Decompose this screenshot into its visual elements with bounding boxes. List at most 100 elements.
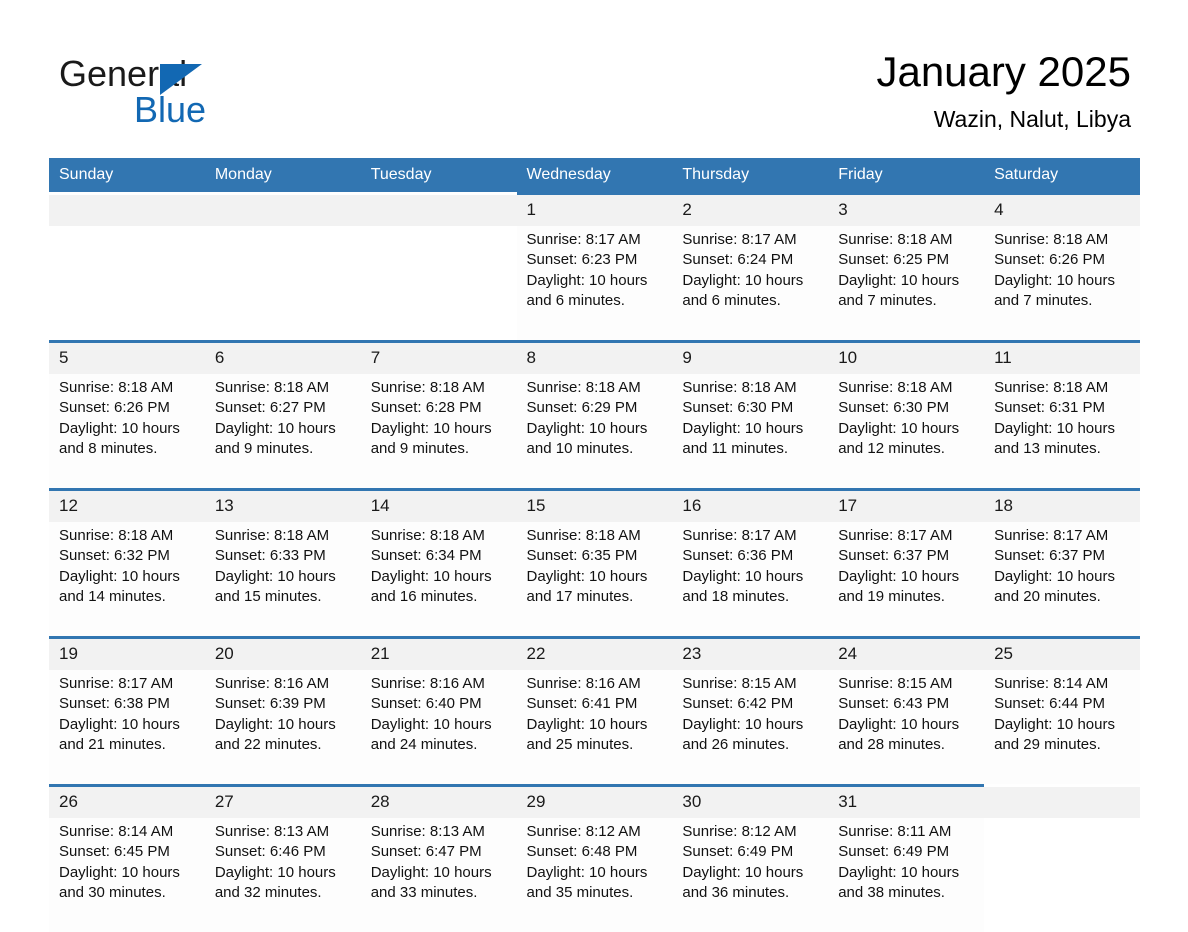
- day-detail-cell[interactable]: Sunrise: 8:14 AMSunset: 6:44 PMDaylight:…: [984, 670, 1140, 786]
- day-cell-empty: [361, 194, 517, 227]
- day-detail-cell[interactable]: Sunrise: 8:17 AMSunset: 6:23 PMDaylight:…: [517, 226, 673, 342]
- calendar-body: 1234Sunrise: 8:17 AMSunset: 6:23 PMDayli…: [49, 194, 1140, 932]
- day-number[interactable]: 9: [672, 342, 828, 375]
- week-detail-row: Sunrise: 8:18 AMSunset: 6:26 PMDaylight:…: [49, 374, 1140, 490]
- day-detail-cell[interactable]: Sunrise: 8:16 AMSunset: 6:39 PMDaylight:…: [205, 670, 361, 786]
- day-detail-cell[interactable]: Sunrise: 8:16 AMSunset: 6:41 PMDaylight:…: [517, 670, 673, 786]
- day-cell-empty: [49, 194, 205, 227]
- day-detail-cell[interactable]: Sunrise: 8:18 AMSunset: 6:25 PMDaylight:…: [828, 226, 984, 342]
- sunset-text: Sunset: 6:33 PM: [215, 546, 353, 566]
- day-number[interactable]: 1: [517, 194, 673, 227]
- sunrise-text: Sunrise: 8:18 AM: [994, 378, 1132, 398]
- day-number[interactable]: 16: [672, 490, 828, 523]
- daylight-text-line2: and 10 minutes.: [527, 439, 665, 459]
- day-detail-cell[interactable]: Sunrise: 8:14 AMSunset: 6:45 PMDaylight:…: [49, 818, 205, 932]
- sunrise-text: Sunrise: 8:12 AM: [682, 822, 820, 842]
- sunrise-text: Sunrise: 8:17 AM: [838, 526, 976, 546]
- day-number[interactable]: 6: [205, 342, 361, 375]
- sunrise-text: Sunrise: 8:14 AM: [994, 674, 1132, 694]
- generalblue-logo[interactable]: General Blue: [59, 52, 279, 132]
- daylight-text-line2: and 32 minutes.: [215, 883, 353, 903]
- day-detail-cell[interactable]: Sunrise: 8:16 AMSunset: 6:40 PMDaylight:…: [361, 670, 517, 786]
- day-detail-cell[interactable]: Sunrise: 8:17 AMSunset: 6:37 PMDaylight:…: [828, 522, 984, 638]
- day-detail-cell[interactable]: Sunrise: 8:12 AMSunset: 6:48 PMDaylight:…: [517, 818, 673, 932]
- day-number[interactable]: 7: [361, 342, 517, 375]
- day-detail-cell[interactable]: Sunrise: 8:18 AMSunset: 6:30 PMDaylight:…: [828, 374, 984, 490]
- day-number[interactable]: 2: [672, 194, 828, 227]
- day-number[interactable]: 31: [828, 786, 984, 819]
- sunrise-text: Sunrise: 8:13 AM: [215, 822, 353, 842]
- day-number[interactable]: 15: [517, 490, 673, 523]
- day-number[interactable]: 24: [828, 638, 984, 671]
- day-detail-cell[interactable]: Sunrise: 8:18 AMSunset: 6:28 PMDaylight:…: [361, 374, 517, 490]
- day-number[interactable]: 20: [205, 638, 361, 671]
- sunrise-text: Sunrise: 8:18 AM: [994, 230, 1132, 250]
- daylight-text-line1: Daylight: 10 hours: [838, 715, 976, 735]
- daylight-text-line1: Daylight: 10 hours: [682, 863, 820, 883]
- day-detail-cell[interactable]: Sunrise: 8:18 AMSunset: 6:35 PMDaylight:…: [517, 522, 673, 638]
- sunset-text: Sunset: 6:49 PM: [838, 842, 976, 862]
- day-number[interactable]: 13: [205, 490, 361, 523]
- day-number[interactable]: 23: [672, 638, 828, 671]
- day-number[interactable]: 25: [984, 638, 1140, 671]
- day-detail-cell[interactable]: Sunrise: 8:18 AMSunset: 6:33 PMDaylight:…: [205, 522, 361, 638]
- day-number[interactable]: 12: [49, 490, 205, 523]
- day-number[interactable]: 22: [517, 638, 673, 671]
- day-number[interactable]: 26: [49, 786, 205, 819]
- day-detail-empty: [984, 818, 1140, 932]
- week-date-row: 19202122232425: [49, 638, 1140, 671]
- day-detail-cell[interactable]: Sunrise: 8:13 AMSunset: 6:46 PMDaylight:…: [205, 818, 361, 932]
- sunrise-text: Sunrise: 8:18 AM: [838, 378, 976, 398]
- day-detail-empty: [361, 226, 517, 342]
- day-detail-cell[interactable]: Sunrise: 8:13 AMSunset: 6:47 PMDaylight:…: [361, 818, 517, 932]
- week-date-row: 12131415161718: [49, 490, 1140, 523]
- weekday-header-tuesday: Tuesday: [361, 158, 517, 194]
- daylight-text-line2: and 6 minutes.: [682, 291, 820, 311]
- day-number[interactable]: 17: [828, 490, 984, 523]
- day-detail-cell[interactable]: Sunrise: 8:18 AMSunset: 6:30 PMDaylight:…: [672, 374, 828, 490]
- day-detail-cell[interactable]: Sunrise: 8:11 AMSunset: 6:49 PMDaylight:…: [828, 818, 984, 932]
- daylight-text-line2: and 15 minutes.: [215, 587, 353, 607]
- daylight-text-line1: Daylight: 10 hours: [994, 715, 1132, 735]
- day-number[interactable]: 30: [672, 786, 828, 819]
- sunrise-text: Sunrise: 8:18 AM: [371, 378, 509, 398]
- day-detail-cell[interactable]: Sunrise: 8:17 AMSunset: 6:38 PMDaylight:…: [49, 670, 205, 786]
- day-number[interactable]: 14: [361, 490, 517, 523]
- sunrise-text: Sunrise: 8:18 AM: [527, 526, 665, 546]
- day-detail-cell[interactable]: Sunrise: 8:15 AMSunset: 6:42 PMDaylight:…: [672, 670, 828, 786]
- day-detail-cell[interactable]: Sunrise: 8:15 AMSunset: 6:43 PMDaylight:…: [828, 670, 984, 786]
- week-date-row: 1234: [49, 194, 1140, 227]
- sunrise-text: Sunrise: 8:18 AM: [215, 526, 353, 546]
- day-number[interactable]: 8: [517, 342, 673, 375]
- daylight-text-line1: Daylight: 10 hours: [215, 863, 353, 883]
- day-number[interactable]: 18: [984, 490, 1140, 523]
- day-number[interactable]: 10: [828, 342, 984, 375]
- day-detail-cell[interactable]: Sunrise: 8:17 AMSunset: 6:36 PMDaylight:…: [672, 522, 828, 638]
- day-detail-empty: [205, 226, 361, 342]
- day-number[interactable]: 27: [205, 786, 361, 819]
- day-detail-cell[interactable]: Sunrise: 8:17 AMSunset: 6:37 PMDaylight:…: [984, 522, 1140, 638]
- day-number[interactable]: 3: [828, 194, 984, 227]
- sunset-text: Sunset: 6:35 PM: [527, 546, 665, 566]
- sunset-text: Sunset: 6:44 PM: [994, 694, 1132, 714]
- day-number[interactable]: 4: [984, 194, 1140, 227]
- title-block: January 2025 Wazin, Nalut, Libya: [876, 44, 1131, 135]
- day-detail-cell[interactable]: Sunrise: 8:18 AMSunset: 6:27 PMDaylight:…: [205, 374, 361, 490]
- day-detail-cell[interactable]: Sunrise: 8:18 AMSunset: 6:29 PMDaylight:…: [517, 374, 673, 490]
- day-number[interactable]: 11: [984, 342, 1140, 375]
- day-detail-cell[interactable]: Sunrise: 8:18 AMSunset: 6:31 PMDaylight:…: [984, 374, 1140, 490]
- sunrise-text: Sunrise: 8:18 AM: [682, 378, 820, 398]
- day-detail-cell[interactable]: Sunrise: 8:12 AMSunset: 6:49 PMDaylight:…: [672, 818, 828, 932]
- day-detail-cell[interactable]: Sunrise: 8:18 AMSunset: 6:34 PMDaylight:…: [361, 522, 517, 638]
- day-number[interactable]: 21: [361, 638, 517, 671]
- sunset-text: Sunset: 6:37 PM: [838, 546, 976, 566]
- day-detail-cell[interactable]: Sunrise: 8:18 AMSunset: 6:26 PMDaylight:…: [984, 226, 1140, 342]
- sunset-text: Sunset: 6:45 PM: [59, 842, 197, 862]
- day-detail-cell[interactable]: Sunrise: 8:17 AMSunset: 6:24 PMDaylight:…: [672, 226, 828, 342]
- day-number[interactable]: 5: [49, 342, 205, 375]
- day-detail-cell[interactable]: Sunrise: 8:18 AMSunset: 6:26 PMDaylight:…: [49, 374, 205, 490]
- day-detail-cell[interactable]: Sunrise: 8:18 AMSunset: 6:32 PMDaylight:…: [49, 522, 205, 638]
- day-number[interactable]: 29: [517, 786, 673, 819]
- day-number[interactable]: 28: [361, 786, 517, 819]
- day-number[interactable]: 19: [49, 638, 205, 671]
